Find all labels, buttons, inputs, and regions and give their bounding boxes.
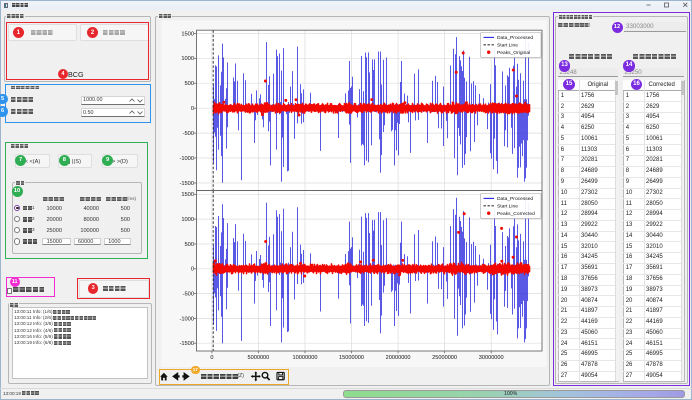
svg-text:Peaks_Original: Peaks_Original (497, 50, 530, 56)
svg-text:Data_Processed: Data_Processed (497, 196, 533, 202)
svg-text:15000000: 15000000 (339, 355, 364, 361)
svg-text:-500: -500 (183, 292, 194, 298)
svg-text:-1000: -1000 (179, 156, 194, 162)
svg-text:-1500: -1500 (179, 341, 194, 347)
svg-text:5000000: 5000000 (248, 355, 270, 361)
svg-text:-1000: -1000 (179, 316, 194, 322)
svg-text:10000000: 10000000 (293, 355, 318, 361)
svg-text:30000000: 30000000 (479, 355, 504, 361)
svg-text:Peaks_Corrected: Peaks_Corrected (497, 211, 535, 217)
svg-text:-500: -500 (183, 131, 194, 137)
svg-text:25000000: 25000000 (432, 355, 457, 361)
svg-text:0: 0 (191, 106, 194, 112)
svg-text:500: 500 (185, 81, 195, 87)
svg-text:Data_Processed: Data_Processed (497, 35, 533, 41)
svg-text:Start Line: Start Line (497, 204, 518, 210)
svg-text:Start Line: Start Line (497, 43, 518, 49)
svg-text:0: 0 (210, 355, 213, 361)
svg-text:1000: 1000 (181, 217, 194, 223)
svg-text:500: 500 (185, 242, 195, 248)
svg-text:0: 0 (191, 267, 194, 273)
svg-text:1500: 1500 (181, 31, 194, 37)
svg-text:1000: 1000 (181, 56, 194, 62)
svg-text:20000000: 20000000 (386, 355, 411, 361)
svg-text:-1500: -1500 (179, 181, 194, 187)
svg-text:1500: 1500 (181, 192, 194, 198)
